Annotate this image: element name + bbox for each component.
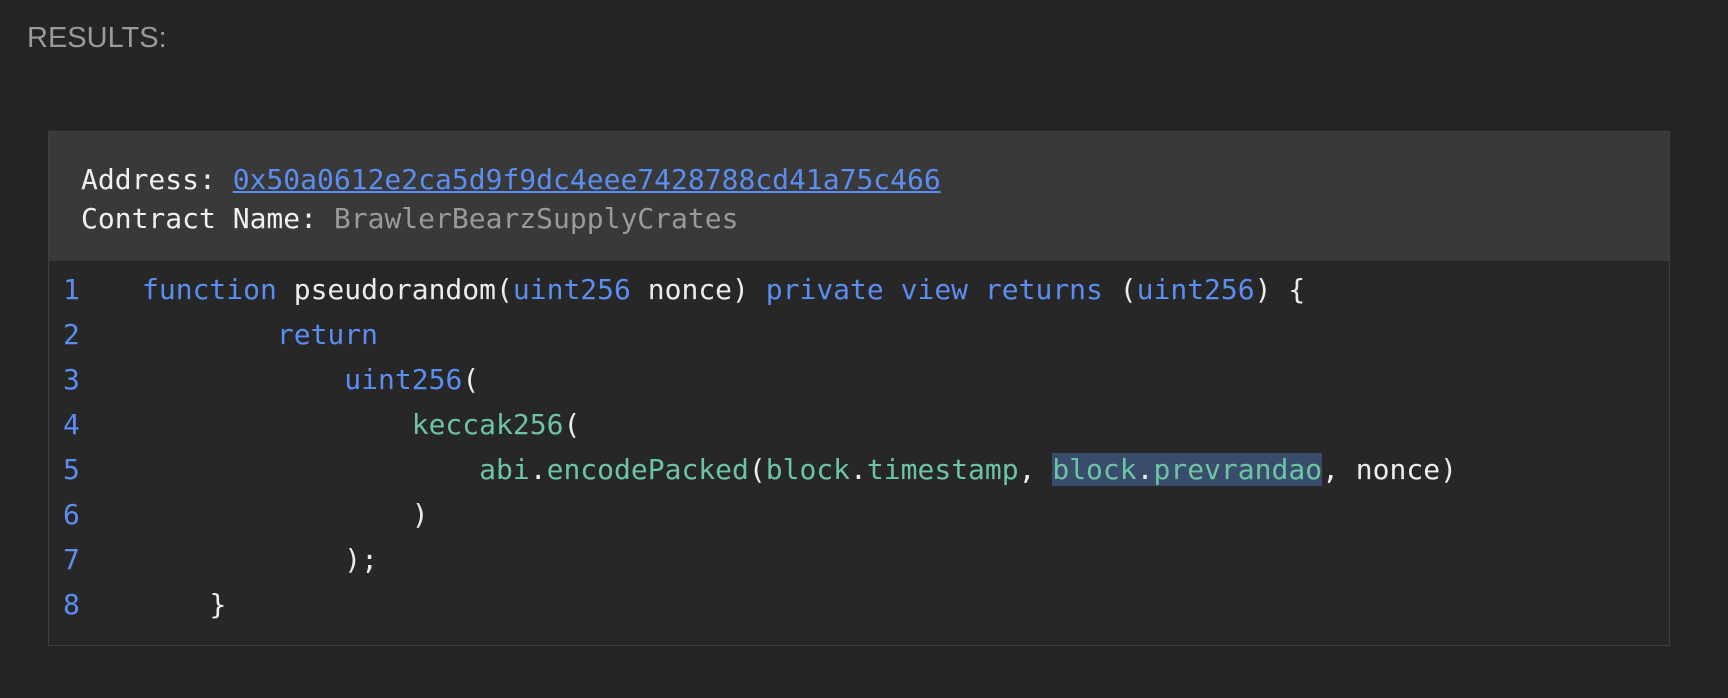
code-line: 1 function pseudorandom(uint256 nonce) pr… <box>49 267 1669 312</box>
line-number: 5 <box>63 453 80 486</box>
line-number: 7 <box>63 543 80 576</box>
line-number: 3 <box>63 363 80 396</box>
line-number: 2 <box>63 318 80 351</box>
selection-highlight: block.prevrandao <box>1052 453 1323 486</box>
results-label: RESULTS: <box>27 22 167 54</box>
contract-name-label: Contract Name: <box>81 202 334 235</box>
contract-name-row: Contract Name: BrawlerBearzSupplyCrates <box>81 199 1669 238</box>
code-line: 3 uint256( <box>49 357 1669 402</box>
type-token: uint256 <box>1136 273 1255 306</box>
code-text: ); <box>344 543 379 576</box>
line-number: 4 <box>63 408 80 441</box>
code-text: keccak256( <box>411 408 581 441</box>
code-text: return <box>142 312 378 357</box>
address-label: Address: <box>81 163 233 196</box>
code-line: 4 keccak256( <box>49 402 1669 447</box>
line-number: 8 <box>63 588 80 621</box>
code-line: 5 abi.encodePacked(block.timestamp, bloc… <box>49 447 1669 492</box>
code-text: ) <box>411 498 429 531</box>
code-line: 8 } <box>49 582 1669 627</box>
contract-name-value: BrawlerBearzSupplyCrates <box>333 202 739 235</box>
keyword-token: private view returns <box>765 273 1103 306</box>
line-number: 1 <box>63 273 80 306</box>
line-number: 6 <box>63 498 80 531</box>
code-block[interactable]: 1 function pseudorandom(uint256 nonce) pr… <box>49 261 1669 627</box>
function-token: keccak256 <box>411 408 564 441</box>
keyword-token: return <box>276 318 379 351</box>
address-row: Address: 0x50a0612e2ca5d9f9dc4eee7428788… <box>81 160 1669 199</box>
code-text: function pseudorandom(uint256 nonce) pri… <box>142 273 1306 306</box>
code-text: } <box>209 588 227 621</box>
code-line: 6 ) <box>49 492 1669 537</box>
function-token: encodePacked <box>546 453 749 486</box>
contract-info-header: Address: 0x50a0612e2ca5d9f9dc4eee7428788… <box>49 132 1669 261</box>
code-text: uint256( <box>344 363 480 396</box>
type-token: uint256 <box>512 273 631 306</box>
code-result-panel: Address: 0x50a0612e2ca5d9f9dc4eee7428788… <box>48 131 1670 646</box>
code-text: abi.encodePacked(block.timestamp, block.… <box>479 453 1457 486</box>
code-line: 7 ); <box>49 537 1669 582</box>
code-line: 2 return <box>49 312 1669 357</box>
type-token: uint256 <box>344 363 463 396</box>
keyword-token: function <box>142 273 277 306</box>
address-link[interactable]: 0x50a0612e2ca5d9f9dc4eee7428788cd41a75c4… <box>233 163 941 196</box>
